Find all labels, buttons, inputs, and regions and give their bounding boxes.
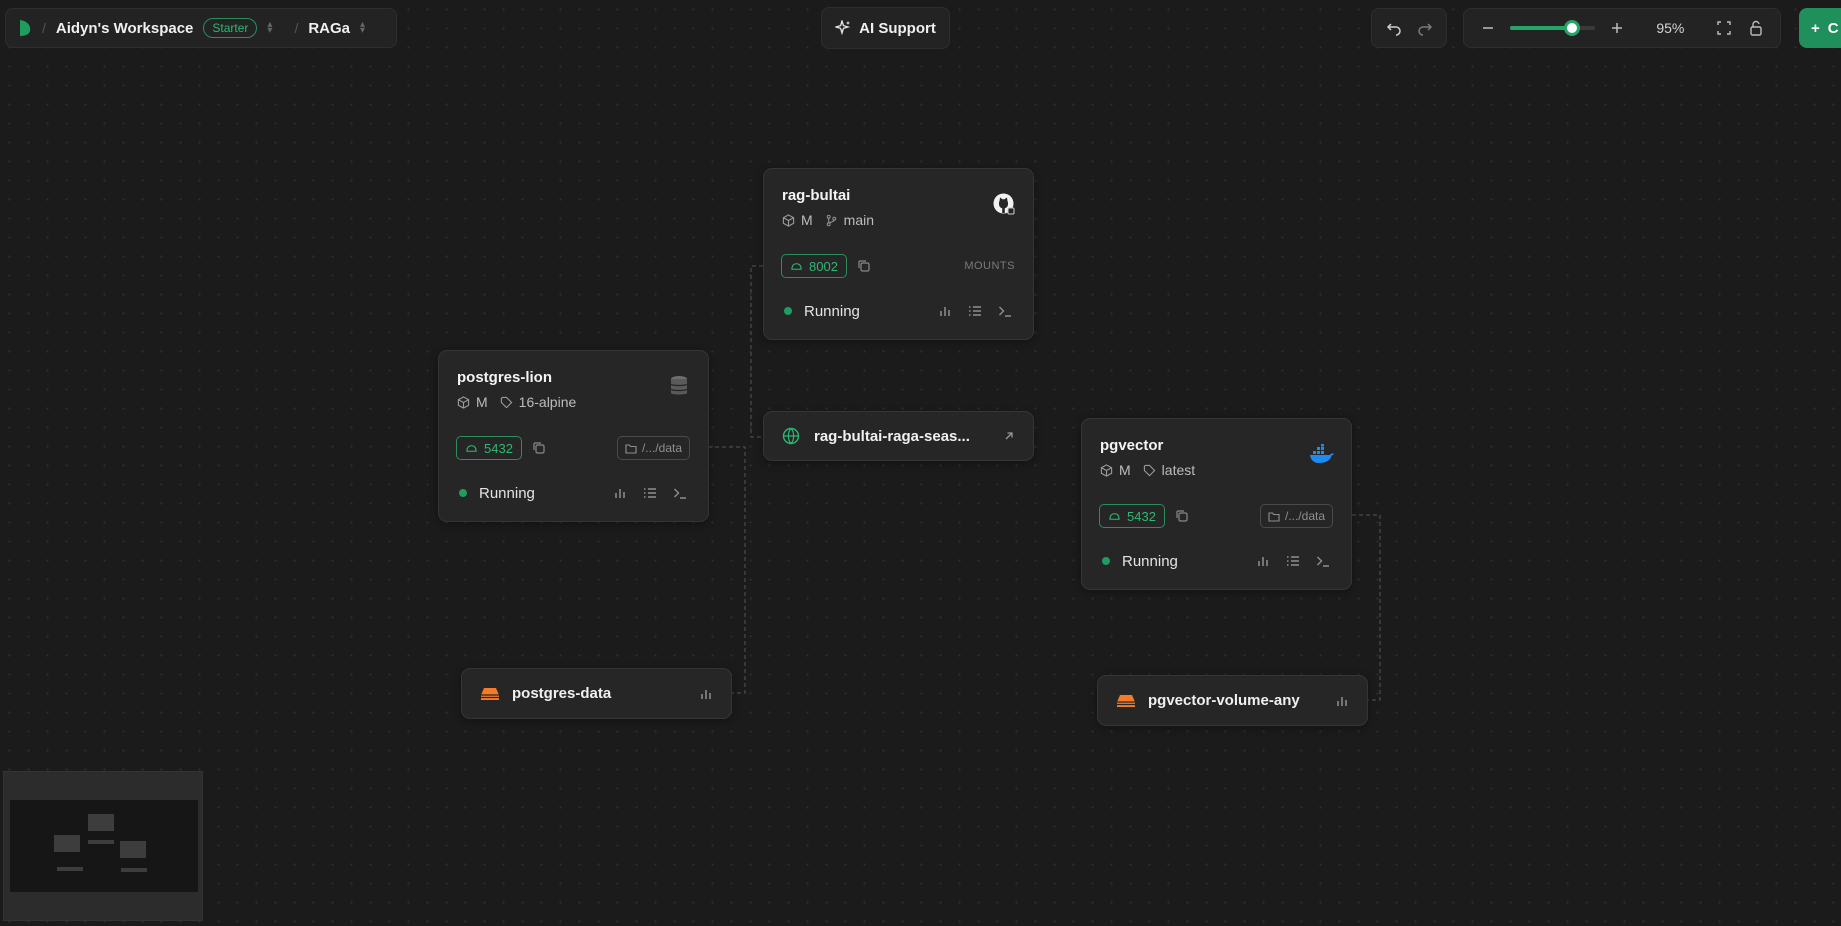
copy-icon[interactable] — [857, 259, 871, 273]
github-icon — [991, 191, 1017, 217]
mount-badge[interactable]: /.../data — [1259, 504, 1333, 528]
volume-card-postgres-data[interactable]: postgres-data — [461, 668, 732, 719]
git-branch-icon — [826, 214, 836, 226]
external-link-icon[interactable] — [1003, 430, 1015, 442]
globe-icon — [782, 427, 800, 445]
edge-pgvector-volume — [1352, 514, 1381, 701]
copy-icon[interactable] — [532, 441, 546, 455]
minimap-node — [120, 841, 146, 858]
port-number: 5432 — [1127, 508, 1156, 524]
tag-icon — [1143, 464, 1156, 476]
port-number: 8002 — [809, 258, 838, 274]
instance-size: M — [801, 212, 813, 228]
service-status-row: Running — [784, 300, 1013, 322]
service-title: postgres-lion — [457, 369, 553, 386]
service-ports-row: 5432 /.../data — [456, 436, 690, 460]
metrics-icon[interactable] — [1335, 694, 1349, 708]
volume-disk-icon — [481, 687, 499, 700]
mount-path: /.../data — [641, 441, 682, 455]
service-card-rag-bultai[interactable]: rag-bultai M main 8002 MOUNTS Running — [763, 168, 1034, 340]
edge-postgres-lion-volume — [708, 446, 746, 694]
service-meta: M latest — [1100, 462, 1333, 478]
tag-icon — [500, 396, 513, 408]
terminal-icon[interactable] — [997, 303, 1013, 319]
instance-size: M — [1119, 462, 1131, 478]
service-source: main — [843, 212, 875, 228]
network-icon — [791, 262, 802, 270]
domain-url[interactable]: rag-bultai-raga-seas... — [814, 428, 970, 445]
volume-name: postgres-data — [512, 685, 612, 702]
terminal-icon[interactable] — [1315, 553, 1331, 569]
mount-path: /.../data — [1284, 509, 1325, 523]
canvas-minimap[interactable] — [3, 771, 203, 921]
service-source: 16-alpine — [518, 394, 577, 410]
volume-card-pgvector-volume-any[interactable]: pgvector-volume-any — [1097, 675, 1368, 726]
folder-icon — [1268, 511, 1280, 522]
logs-icon[interactable] — [642, 485, 658, 501]
service-status-row: Running — [1102, 550, 1331, 572]
metrics-icon[interactable] — [699, 687, 713, 701]
service-card-pgvector[interactable]: pgvector M latest 5432 /.../data Running — [1081, 418, 1352, 590]
service-card-postgres-lion[interactable]: postgres-lion M 16-alpine 5432 /.../data… — [438, 350, 709, 522]
minimap-node — [54, 835, 80, 852]
service-ports-row: 8002 MOUNTS — [781, 254, 1015, 278]
service-status-row: Running — [459, 482, 688, 504]
status-dot — [784, 307, 792, 315]
mount-badge[interactable]: /.../data — [616, 436, 690, 460]
cube-icon — [1100, 463, 1113, 477]
minimap-node — [88, 840, 114, 844]
edge-rag-bultai-domain — [750, 265, 763, 438]
logs-icon[interactable] — [1285, 553, 1301, 569]
minimap-viewport — [10, 800, 198, 892]
logs-icon[interactable] — [967, 303, 983, 319]
port-badge[interactable]: 8002 — [781, 254, 847, 278]
metrics-icon[interactable] — [612, 485, 628, 501]
network-icon — [1109, 512, 1120, 520]
service-ports-row: 5432 /.../data — [1099, 504, 1333, 528]
volume-disk-icon — [1117, 694, 1135, 707]
status-dot — [459, 489, 467, 497]
volume-name: pgvector-volume-any — [1148, 692, 1300, 709]
metrics-icon[interactable] — [1255, 553, 1271, 569]
metrics-icon[interactable] — [937, 303, 953, 319]
cube-icon — [457, 395, 470, 409]
service-title: rag-bultai — [782, 187, 851, 204]
network-icon — [466, 444, 477, 452]
port-badge[interactable]: 5432 — [1099, 504, 1165, 528]
service-meta: M main — [782, 212, 1015, 228]
service-title: pgvector — [1100, 437, 1164, 454]
port-badge[interactable]: 5432 — [456, 436, 522, 460]
cube-icon — [782, 213, 795, 227]
mounts-label: MOUNTS — [964, 260, 1015, 272]
service-meta: M 16-alpine — [457, 394, 690, 410]
minimap-node — [57, 867, 83, 871]
canvas-connections — [708, 265, 1381, 701]
copy-icon[interactable] — [1175, 509, 1189, 523]
terminal-icon[interactable] — [672, 485, 688, 501]
folder-icon — [625, 443, 637, 454]
service-status: Running — [479, 484, 535, 502]
port-number: 5432 — [484, 440, 513, 456]
docker-icon — [1309, 441, 1335, 467]
instance-size: M — [476, 394, 488, 410]
minimap-node — [121, 868, 147, 872]
database-icon — [666, 373, 692, 399]
status-dot — [1102, 557, 1110, 565]
service-status: Running — [1122, 552, 1178, 570]
domain-card[interactable]: rag-bultai-raga-seas... — [763, 411, 1034, 461]
service-status: Running — [804, 302, 860, 320]
minimap-node — [88, 814, 114, 831]
service-source: latest — [1161, 462, 1196, 478]
